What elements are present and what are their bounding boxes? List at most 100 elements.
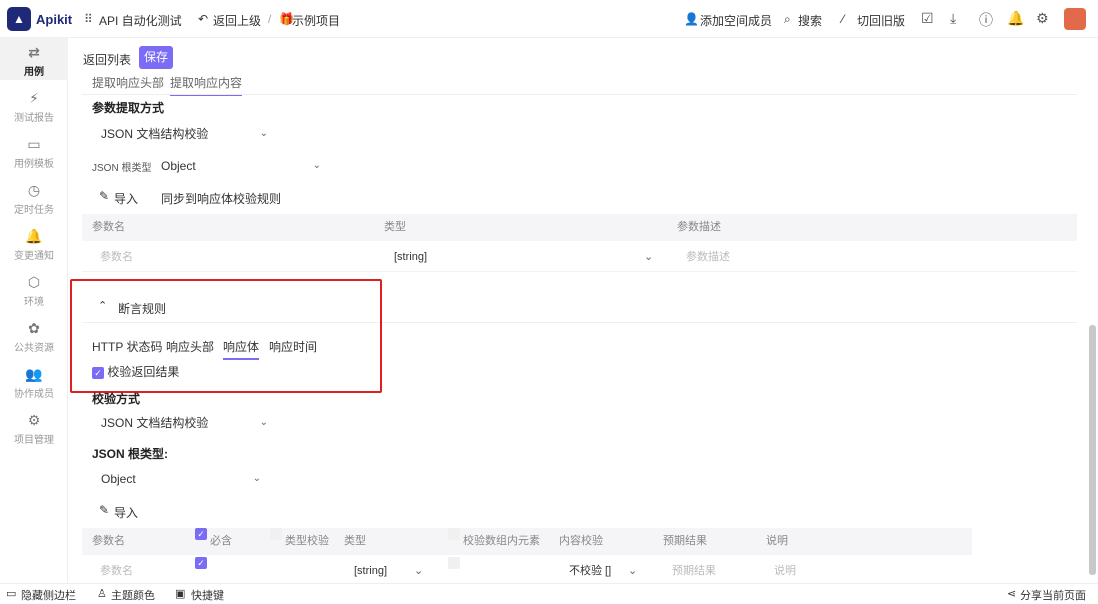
column-header: 参数描述 [677, 221, 721, 233]
chevron-down-icon: ⌄ [259, 417, 268, 428]
timer-icon: ◷ [27, 182, 41, 198]
module-name[interactable]: API 自动化测试 [99, 12, 182, 29]
bell-icon: 🔔 [25, 228, 43, 244]
chevron-down-icon: ⌄ [259, 128, 268, 139]
hide-sidebar-button[interactable]: 隐藏侧边栏 [21, 587, 76, 603]
bottom-bar: ▭ 隐藏侧边栏 ♙ 主题颜色 ▣ 快捷键 ⋖ 分享当前页面 [0, 583, 1098, 604]
project-name[interactable]: 示例项目 [292, 12, 340, 29]
chevron-down-icon[interactable]: ⌄ [644, 243, 653, 272]
share-page-button[interactable]: 分享当前页面 [1020, 587, 1086, 603]
report-icon: ⚡ [29, 90, 39, 106]
column-header: 必含 [210, 535, 232, 547]
column-header: 校验数组内元素 [463, 535, 540, 547]
sidebar-item-notifications[interactable]: 🔔 变更通知 [0, 228, 68, 262]
tab-extract-body[interactable]: 提取响应内容 [170, 74, 243, 96]
content-check-select[interactable]: 不校验 [] [569, 557, 611, 586]
help-icon[interactable]: ⓘ [979, 10, 993, 30]
assert-root-type-select[interactable]: Object ⌄ [92, 466, 270, 490]
checkbox-icon[interactable] [270, 528, 282, 540]
type-select[interactable]: [string] [394, 243, 427, 272]
select-value: JSON 文档结构校验 [101, 127, 209, 141]
sidebar-item-reports[interactable]: ⚡ 测试报告 [0, 90, 68, 124]
add-member-button[interactable]: 添加空间成员 [700, 12, 772, 29]
type-select[interactable]: [string] [354, 557, 387, 586]
extract-import-button[interactable]: 导入 [114, 190, 138, 207]
add-member-icon[interactable]: 👤 [684, 12, 699, 26]
share-icon[interactable]: ⋖ [1007, 587, 1016, 600]
sync-rules-button[interactable]: 同步到响应体校验规则 [161, 190, 281, 207]
old-version-button[interactable]: 切回旧版 [857, 12, 905, 29]
sidebar-item-label: 变更通知 [14, 251, 54, 262]
sidebar-item-resources[interactable]: ✿ 公共资源 [0, 320, 68, 354]
gear-icon[interactable]: ⚙ [1036, 10, 1049, 27]
theme-color-button[interactable]: 主题颜色 [111, 587, 155, 603]
sidebar: ⇄ 用例 ⚡ 测试报告 ▭ 用例模板 ◷ 定时任务 🔔 变更通知 ⬡ 环境 ✿ 公共资源 👥 协… [0, 38, 68, 583]
save-button[interactable]: 保存 [139, 46, 173, 69]
sidebar-item-label: 用例 [24, 67, 44, 78]
sidebar-item-project-settings[interactable]: ⚙ 项目管理 [0, 412, 68, 446]
param-name-input[interactable]: 参数名 [100, 557, 133, 586]
param-name-input[interactable]: 参数名 [100, 243, 133, 272]
column-header: 类型 [384, 221, 406, 233]
column-header: 参数名 [92, 221, 125, 233]
sidebar-item-cases[interactable]: ⇄ 用例 [0, 38, 68, 80]
bell-icon[interactable]: 🔔 [1007, 10, 1024, 27]
hide-sidebar-icon[interactable]: ▭ [6, 587, 16, 600]
select-value: Object [101, 472, 136, 486]
sidebar-item-label: 测试报告 [14, 113, 54, 124]
column-header: 类型 [344, 535, 366, 547]
shirt-icon[interactable]: ♙ [97, 587, 107, 600]
avatar[interactable] [1064, 8, 1086, 30]
sidebar-item-environment[interactable]: ⬡ 环境 [0, 274, 68, 308]
expected-result-input[interactable]: 预期结果 [672, 557, 716, 586]
shortcuts-button[interactable]: 快捷键 [191, 587, 224, 603]
breadcrumb-separator: / [268, 12, 272, 26]
apps-grid-icon[interactable]: ⠿ [84, 12, 93, 26]
select-value: JSON 文档结构校验 [101, 416, 209, 430]
sidebar-item-label: 环境 [24, 297, 44, 308]
top-bar: ▲ Apikit ⠿ API 自动化测试 ↶ 返回上级 / 🎁 示例项目 👤 添… [0, 0, 1098, 38]
column-header: 预期结果 [663, 535, 707, 547]
column-header: 参数名 [92, 535, 125, 547]
back-icon[interactable]: ↶ [198, 12, 208, 26]
scrollbar-thumb[interactable] [1089, 325, 1096, 575]
apikit-logo-icon: ▲ [7, 7, 31, 31]
checkbox-icon[interactable] [448, 528, 460, 540]
chevron-down-icon[interactable]: ⌄ [414, 557, 423, 586]
param-desc-input[interactable]: 参数描述 [686, 243, 730, 272]
back-up-link[interactable]: 返回上级 [213, 12, 261, 29]
tab-extract-headers[interactable]: 提取响应头部 [92, 74, 164, 91]
checkbox-icon[interactable] [448, 557, 460, 569]
extract-method-label: 参数提取方式 [92, 101, 165, 115]
sidebar-item-label: 项目管理 [14, 435, 54, 446]
extract-table-header: 参数名 类型 参数描述 [82, 214, 1077, 241]
download-icon[interactable]: ⤓ [950, 10, 956, 27]
sidebar-item-templates[interactable]: ▭ 用例模板 [0, 136, 68, 170]
import-icon[interactable]: ✎ [99, 189, 109, 203]
puzzle-icon: ✿ [28, 320, 40, 336]
search-button[interactable]: 搜索 [798, 12, 822, 29]
search-icon[interactable]: ⌕ [784, 12, 791, 27]
users-icon: 👥 [25, 366, 43, 382]
keyboard-icon[interactable]: ▣ [175, 587, 185, 600]
sidebar-item-members[interactable]: 👥 协作成员 [0, 366, 68, 400]
chevron-down-icon: ⌄ [252, 473, 261, 484]
checkbox-checked-icon[interactable]: ✓ [195, 528, 207, 540]
sidebar-item-label: 用例模板 [14, 159, 54, 170]
magic-wand-icon[interactable]: ⁄ [842, 12, 844, 26]
sidebar-item-label: 公共资源 [14, 343, 54, 354]
import-icon[interactable]: ✎ [99, 503, 109, 517]
assert-import-button[interactable]: 导入 [114, 504, 138, 521]
extract-method-select[interactable]: JSON 文档结构校验 ⌄ [92, 121, 277, 145]
sidebar-item-scheduled[interactable]: ◷ 定时任务 [0, 182, 68, 216]
chevron-down-icon[interactable]: ⌄ [628, 557, 637, 586]
table-row: 参数名 [string] ⌄ 参数描述 [82, 243, 1077, 272]
gear-icon: ⚙ [27, 412, 41, 428]
validate-method-select[interactable]: JSON 文档结构校验 ⌄ [92, 410, 277, 434]
back-to-list-button[interactable]: 返回列表 [83, 51, 131, 68]
description-input[interactable]: 说明 [774, 557, 796, 586]
calendar-icon[interactable]: ☑ [921, 10, 934, 27]
chevron-down-icon: ⌄ [312, 160, 321, 171]
extract-root-type-select[interactable]: Object ⌄ [152, 153, 330, 177]
checkbox-checked-icon[interactable]: ✓ [195, 557, 207, 569]
